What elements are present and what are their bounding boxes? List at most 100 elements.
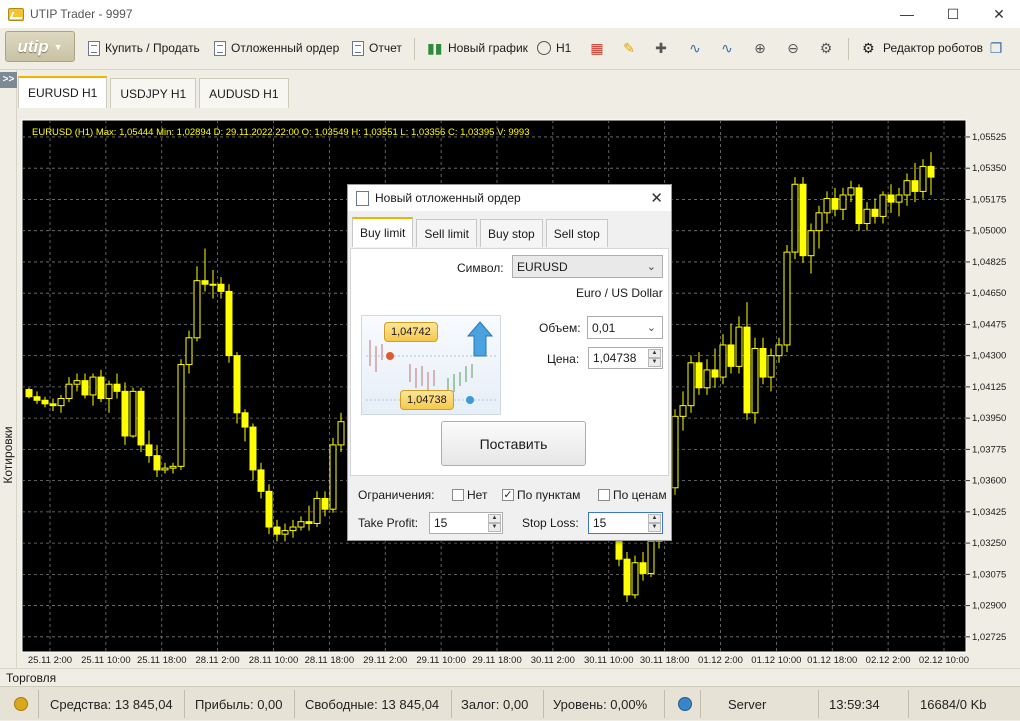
- title-bar: UTIP Trader - 9997 — ☐ ✕: [0, 0, 1020, 28]
- none-checkbox[interactable]: [452, 489, 464, 501]
- y-tick-label: 1,03250: [972, 538, 1006, 549]
- zoom-out-icon[interactable]: ⊖: [784, 39, 802, 57]
- new-chart-button[interactable]: ▮▮ Новый график: [427, 38, 528, 58]
- tab-buy-limit[interactable]: Buy limit: [352, 217, 414, 247]
- tab-sell-limit[interactable]: Sell limit: [416, 219, 478, 247]
- by-prices-checkbox[interactable]: [598, 489, 610, 501]
- close-icon[interactable]: ✕: [650, 189, 663, 207]
- candle-body: [233, 355, 241, 414]
- symbol-select[interactable]: EURUSD ⌄: [512, 255, 663, 278]
- take-profit-stepper[interactable]: ▲ ▼: [488, 514, 501, 532]
- candle-body: [719, 344, 727, 378]
- window-title: UTIP Trader - 9997: [30, 7, 133, 21]
- status-time: 13:59:34: [829, 696, 880, 712]
- close-button[interactable]: ✕: [976, 0, 1020, 28]
- candle-body: [145, 444, 153, 457]
- candle-body: [33, 396, 41, 401]
- y-tick-label: 1,04125: [972, 382, 1006, 393]
- candle-body: [177, 364, 185, 467]
- by-points-checkbox[interactable]: ✓: [502, 489, 514, 501]
- stepper-down-icon: ▼: [648, 523, 661, 532]
- indicator-remove-icon[interactable]: ∿: [718, 39, 736, 57]
- candle-body: [313, 497, 321, 524]
- take-profit-value: 15: [434, 516, 448, 530]
- stop-loss-input[interactable]: 15 ▲ ▼: [588, 512, 663, 534]
- coins-icon: [14, 687, 28, 721]
- y-tick-label: 1,02900: [972, 601, 1006, 612]
- symbol-description: Euro / US Dollar: [576, 286, 663, 300]
- tab-buy-stop[interactable]: Buy stop: [480, 219, 543, 247]
- symbol-value: EURUSD: [517, 259, 568, 274]
- crosshair-icon[interactable]: ✚: [652, 39, 670, 57]
- candle-body: [927, 165, 935, 178]
- status-level: Уровень: 0,00%: [553, 696, 648, 712]
- by-points-label: По пунктам: [517, 488, 581, 502]
- indicator-add-icon[interactable]: ∿: [686, 39, 704, 57]
- candle-body: [767, 355, 775, 378]
- volume-select[interactable]: 0,01 ⌄: [587, 316, 663, 339]
- candle-body: [911, 180, 919, 192]
- candle-body: [687, 362, 695, 407]
- candle-body: [623, 558, 631, 596]
- timeframe-button[interactable]: H1: [537, 38, 571, 58]
- chevron-down-icon: ▼: [53, 41, 63, 52]
- price-input[interactable]: 1,04738 ▲ ▼: [588, 347, 663, 369]
- status-divider: [818, 690, 819, 718]
- candle-body: [161, 467, 169, 471]
- x-tick-label: 28.11 2:00: [196, 655, 240, 666]
- candle-body: [57, 397, 65, 407]
- place-order-button[interactable]: Поставить: [441, 421, 586, 466]
- candle-body: [839, 194, 847, 210]
- stepper-down-icon: ▼: [488, 523, 501, 532]
- candle-body: [711, 369, 719, 378]
- candle-body: [129, 390, 137, 437]
- candle-body: [297, 521, 305, 528]
- maximize-button[interactable]: ☐: [930, 0, 976, 28]
- candle-body: [137, 390, 145, 446]
- candle-body: [831, 198, 839, 210]
- candle-body: [703, 369, 711, 389]
- minimize-button[interactable]: —: [884, 0, 930, 28]
- candle-body: [799, 183, 807, 257]
- stop-loss-value: 15: [593, 516, 607, 530]
- candle-body: [225, 290, 233, 357]
- candle-body: [281, 530, 289, 535]
- illus-price-bottom: 1,04738: [400, 390, 454, 410]
- stop-loss-stepper[interactable]: ▲ ▼: [648, 514, 661, 532]
- candle-body: [903, 180, 911, 196]
- tab-usdjpy[interactable]: USDJPY H1: [110, 78, 197, 108]
- x-tick-label: 25.11 2:00: [28, 655, 72, 666]
- y-tick-label: 1,03425: [972, 507, 1006, 518]
- status-divider: [908, 690, 909, 718]
- tab-eurusd[interactable]: EURUSD H1: [18, 76, 108, 108]
- tab-audusd[interactable]: AUDUSD H1: [199, 78, 289, 108]
- take-profit-label: Take Profit:: [358, 516, 419, 530]
- candle-body: [647, 540, 655, 574]
- status-divider: [184, 690, 185, 718]
- y-tick-label: 1,05000: [972, 226, 1006, 237]
- candle-body: [775, 344, 783, 357]
- windows-icon[interactable]: ❐: [987, 39, 1005, 57]
- bar-chart-icon[interactable]: ▦: [588, 39, 606, 57]
- robot-editor-button[interactable]: ⚙ Редактор роботов: [862, 38, 983, 58]
- toolbar-separator: [414, 38, 415, 60]
- expand-icon[interactable]: >>: [0, 72, 17, 88]
- take-profit-input[interactable]: 15 ▲ ▼: [429, 512, 503, 534]
- price-stepper[interactable]: ▲ ▼: [648, 349, 661, 367]
- robot-icon: ⚙: [862, 40, 875, 56]
- zoom-in-icon[interactable]: ⊕: [751, 39, 769, 57]
- buy-sell-button[interactable]: Купить / Продать: [88, 38, 200, 58]
- logo-menu-button[interactable]: utip ▼: [5, 31, 75, 62]
- quotes-vertical-label[interactable]: Котировки: [1, 425, 15, 485]
- y-tick-label: 1,05525: [972, 132, 1006, 143]
- report-button[interactable]: Отчет: [352, 38, 402, 58]
- chevron-down-icon: ⌄: [646, 322, 656, 334]
- pencil-icon[interactable]: ✎: [620, 39, 638, 57]
- pending-order-button[interactable]: Отложенный ордер: [214, 38, 339, 58]
- tab-sell-stop[interactable]: Sell stop: [545, 219, 608, 247]
- candle-body: [49, 403, 57, 407]
- gear-icon[interactable]: ⚙: [817, 39, 835, 57]
- candle-body: [321, 497, 329, 510]
- candle-body: [871, 208, 879, 217]
- trading-panel-label[interactable]: Торговля: [0, 668, 1020, 686]
